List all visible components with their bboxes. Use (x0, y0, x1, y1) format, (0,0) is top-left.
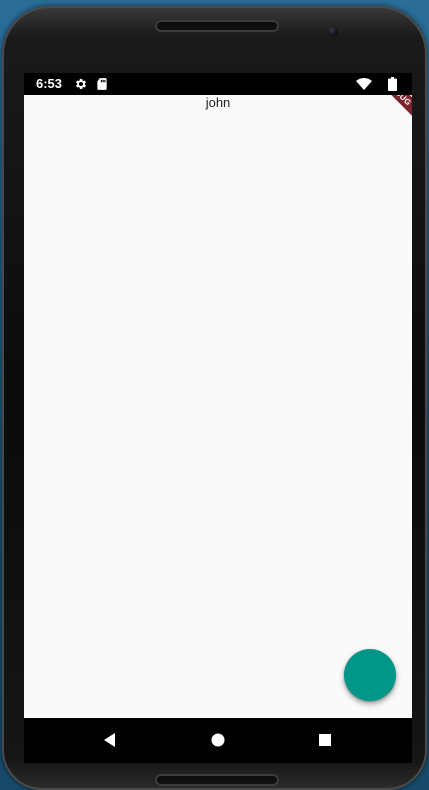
battery-icon (388, 77, 398, 91)
status-time: 6:53 (36, 76, 63, 91)
sd-card-icon (95, 77, 109, 91)
phone-frame: 6:53 john (2, 6, 427, 790)
navigation-bar (24, 718, 412, 763)
recents-icon[interactable] (315, 730, 335, 750)
top-speaker (155, 20, 279, 32)
home-icon[interactable] (208, 730, 228, 750)
back-icon[interactable] (100, 730, 120, 750)
bottom-speaker (155, 774, 279, 786)
front-camera (328, 26, 338, 36)
status-bar: 6:53 (24, 73, 412, 95)
settings-icon (74, 77, 88, 91)
app-body: john DEBUG (24, 95, 412, 718)
floating-action-button[interactable] (344, 649, 396, 701)
phone-screen: 6:53 john (24, 73, 412, 763)
wifi-icon (356, 77, 372, 91)
name-text: john (205, 95, 231, 110)
